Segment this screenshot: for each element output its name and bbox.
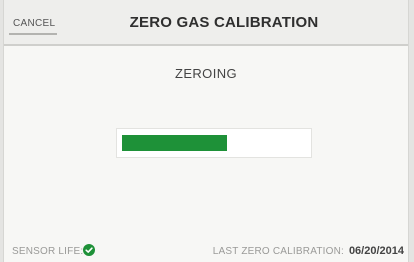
- last-calibration-label: LAST ZERO CALIBRATION:: [212, 246, 344, 257]
- sensor-life-label: SENSOR LIFE:: [12, 246, 84, 257]
- calibration-screen: CANCEL ZERO GAS CALIBRATION ZEROING SENS…: [4, 0, 408, 262]
- page-title: ZERO GAS CALIBRATION: [129, 14, 319, 31]
- last-calibration-date: 06/20/2014: [348, 245, 404, 257]
- check-circle-icon: [83, 244, 95, 256]
- status-text: ZEROING: [174, 66, 238, 81]
- progress-bar-fill: [122, 135, 227, 151]
- cancel-button[interactable]: CANCEL: [9, 13, 57, 35]
- progress-bar: [116, 128, 312, 158]
- header-bar: CANCEL ZERO GAS CALIBRATION: [4, 0, 408, 46]
- status-footer: SENSOR LIFE: LAST ZERO CALIBRATION: 06/2…: [4, 236, 408, 262]
